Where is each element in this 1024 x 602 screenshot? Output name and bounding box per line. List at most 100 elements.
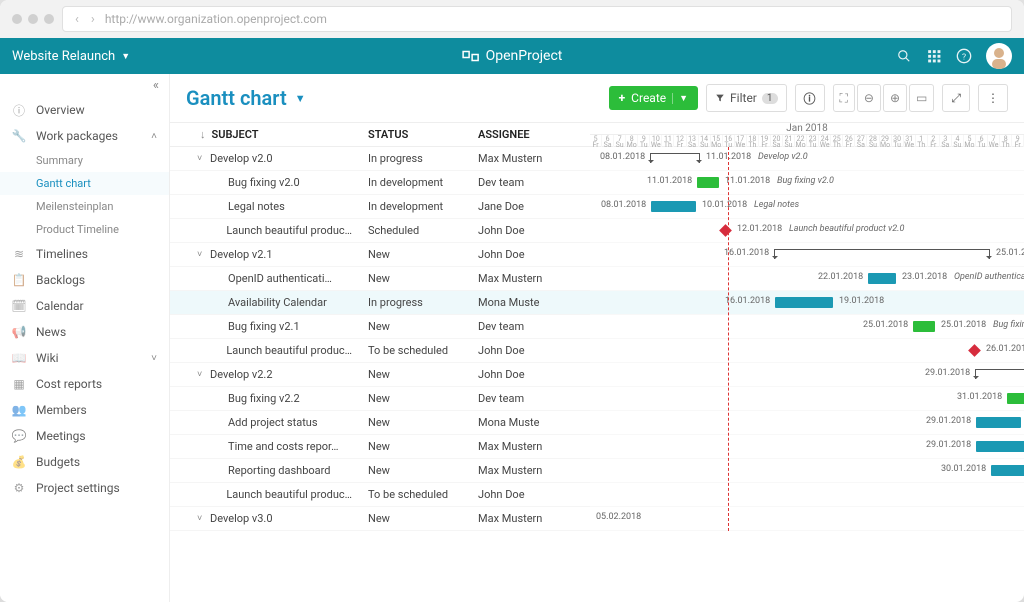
sidebar-item-timelines[interactable]: ≋Timelines bbox=[0, 241, 169, 267]
sidebar-item-backlogs[interactable]: 📋Backlogs bbox=[0, 267, 169, 293]
gantt-row[interactable]: 30.01.201801.02.2018 bbox=[590, 459, 1024, 483]
sidebar-sub-product-timeline[interactable]: Product Timeline bbox=[0, 218, 169, 241]
sidebar-item-wiki[interactable]: 📖Wiki˅ bbox=[0, 345, 169, 371]
budgets-icon: 💰 bbox=[12, 455, 26, 469]
milestone-diamond[interactable] bbox=[719, 224, 732, 237]
row-subject: Develop v2.2 bbox=[210, 368, 273, 381]
table-row[interactable]: Reporting dashboardNewMax Mustern bbox=[170, 459, 590, 483]
gantt-row[interactable]: 12.01.2018Launch beautiful product v2.0 bbox=[590, 219, 1024, 243]
table-row[interactable]: Launch beautiful produc…ScheduledJohn Do… bbox=[170, 219, 590, 243]
day-column: 16Tu bbox=[723, 135, 735, 147]
sidebar-item-calendar[interactable]: 🗓Calendar bbox=[0, 293, 169, 319]
apps-icon[interactable] bbox=[926, 48, 942, 64]
sidebar-item-news[interactable]: 📢News bbox=[0, 319, 169, 345]
gantt-chart[interactable]: Jan 2018 5Fr6Sa7Su8Mo9Tu10We11Th12Fr13Sa… bbox=[590, 123, 1024, 602]
table-row[interactable]: Bug fixing v2.0In developmentDev team bbox=[170, 171, 590, 195]
row-assignee: Max Mustern bbox=[470, 464, 580, 477]
nav-back-icon[interactable]: ‹ bbox=[73, 12, 81, 27]
sidebar-sub-gantt-chart[interactable]: Gantt chart bbox=[0, 172, 169, 195]
chevron-down-icon[interactable]: ˅ bbox=[197, 369, 205, 380]
create-button[interactable]: + Create ▼ bbox=[609, 86, 698, 110]
table-row[interactable]: Legal notesIn developmentJane Doe bbox=[170, 195, 590, 219]
gantt-bar[interactable] bbox=[651, 201, 696, 212]
nav-fwd-icon[interactable]: › bbox=[89, 12, 97, 27]
gantt-row[interactable]: 31.01.201801.02.2018 bbox=[590, 387, 1024, 411]
table-row[interactable]: Bug fixing v2.1NewDev team bbox=[170, 315, 590, 339]
col-subject[interactable]: SUBJECT bbox=[212, 128, 259, 141]
sidebar-item-meetings[interactable]: 💬Meetings bbox=[0, 423, 169, 449]
sidebar-item-cost-reports[interactable]: ▦Cost reports bbox=[0, 371, 169, 397]
table-row[interactable]: ˅Develop v2.2NewJohn Doe bbox=[170, 363, 590, 387]
milestone-diamond[interactable] bbox=[968, 344, 981, 357]
day-column: 18Th bbox=[747, 135, 759, 147]
gantt-row[interactable]: 16.01.201819.01.2018 bbox=[590, 291, 1024, 315]
zoom-out-button[interactable]: ⊖ bbox=[857, 84, 881, 112]
sidebar-item-overview[interactable]: ⓘOverview bbox=[0, 97, 169, 123]
table-row[interactable]: Launch beautiful produc…To be scheduledJ… bbox=[170, 483, 590, 507]
sidebar-sub-meilensteinplan[interactable]: Meilensteinplan bbox=[0, 195, 169, 218]
gantt-row[interactable]: 08.01.201810.01.2018Legal notes bbox=[590, 195, 1024, 219]
gantt-row[interactable]: 08.01.201811.01.2018Develop v2.0 bbox=[590, 147, 1024, 171]
day-column: 5Mo bbox=[964, 135, 976, 147]
avatar[interactable] bbox=[986, 43, 1012, 69]
expand-all-icon[interactable]: ↓ bbox=[200, 128, 206, 141]
table-row[interactable]: ˅Develop v3.0NewMax Mustern bbox=[170, 507, 590, 531]
gantt-row[interactable]: 02.02.20 bbox=[590, 483, 1024, 507]
day-column: 6Tu bbox=[976, 135, 988, 147]
gantt-bar[interactable] bbox=[868, 273, 896, 284]
day-column: 4Su bbox=[952, 135, 964, 147]
gantt-row[interactable]: 16.01.201825.01.2018Develop v2.1 bbox=[590, 243, 1024, 267]
gantt-bar[interactable] bbox=[697, 177, 719, 188]
gantt-row[interactable]: 11.01.201811.01.2018Bug fixing v2.0 bbox=[590, 171, 1024, 195]
table-row[interactable]: Add project statusNewMona Muste bbox=[170, 411, 590, 435]
table-row[interactable]: Time and costs repor…NewMax Mustern bbox=[170, 435, 590, 459]
table-row[interactable]: OpenID authenticati…NewMax Mustern bbox=[170, 267, 590, 291]
gantt-bar[interactable] bbox=[976, 441, 1024, 452]
more-menu-button[interactable]: ⋮ bbox=[978, 84, 1008, 112]
title-caret-icon[interactable]: ▼ bbox=[295, 92, 306, 105]
sidebar-collapse-icon[interactable]: « bbox=[0, 74, 169, 97]
sidebar-item-members[interactable]: 👥Members bbox=[0, 397, 169, 423]
table-row[interactable]: Bug fixing v2.2NewDev team bbox=[170, 387, 590, 411]
chevron-down-icon[interactable]: ˅ bbox=[197, 249, 205, 260]
day-column: 29Mo bbox=[880, 135, 892, 147]
sidebar-item-budgets[interactable]: 💰Budgets bbox=[0, 449, 169, 475]
table-row[interactable]: Availability CalendarIn progressMona Mus… bbox=[170, 291, 590, 315]
gantt-bar[interactable] bbox=[1007, 393, 1024, 404]
gantt-row[interactable]: 25.01.201825.01.2018Bug fixing v2.1 bbox=[590, 315, 1024, 339]
help-icon[interactable]: ? bbox=[956, 48, 972, 64]
col-assignee[interactable]: ASSIGNEE bbox=[470, 123, 580, 146]
search-icon[interactable] bbox=[896, 48, 912, 64]
zoom-in-button[interactable]: ⊕ bbox=[883, 84, 907, 112]
row-subject: Launch beautiful produc… bbox=[226, 488, 352, 501]
zoom-auto-button[interactable]: ⛶ bbox=[833, 84, 855, 112]
chevron-down-icon[interactable]: ˅ bbox=[197, 153, 205, 164]
project-selector[interactable]: Website Relaunch ▼ bbox=[12, 49, 130, 64]
chevron-down-icon[interactable]: ˅ bbox=[197, 513, 205, 524]
info-button[interactable]: ⓘ bbox=[795, 84, 825, 112]
gantt-row[interactable]: 26.01.2018Launch beautiful product v2.1 bbox=[590, 339, 1024, 363]
gantt-row[interactable]: 22.01.201823.01.2018OpenID authenticatio… bbox=[590, 267, 1024, 291]
sidebar-item-work-packages[interactable]: 🔧Work packages˄ bbox=[0, 123, 169, 149]
col-status[interactable]: STATUS bbox=[360, 123, 470, 146]
filter-button[interactable]: Filter 1 bbox=[706, 84, 786, 112]
caret-down-icon: ▼ bbox=[121, 51, 130, 62]
url-bar[interactable]: ‹ › http://www.organization.openproject.… bbox=[62, 6, 1012, 32]
table-row[interactable]: ˅Develop v2.0In progressMax Mustern bbox=[170, 147, 590, 171]
gantt-row[interactable]: 29.01.201801.02.2018 bbox=[590, 363, 1024, 387]
sidebar-sub-summary[interactable]: Summary bbox=[0, 149, 169, 172]
brand-logo-icon bbox=[462, 47, 480, 65]
gantt-bar[interactable] bbox=[775, 297, 833, 308]
table-row[interactable]: ˅Develop v2.1NewJohn Doe bbox=[170, 243, 590, 267]
gantt-bar[interactable] bbox=[913, 321, 935, 332]
gantt-row[interactable]: 05.02.2018 bbox=[590, 507, 1024, 531]
fullscreen-button[interactable]: ⤢ bbox=[942, 84, 970, 112]
gantt-row[interactable]: 29.01.201801.02.2018 bbox=[590, 435, 1024, 459]
gantt-bar[interactable] bbox=[976, 417, 1021, 428]
gantt-bar[interactable] bbox=[991, 465, 1024, 476]
gantt-row[interactable]: 29.01.201831.01.2018A bbox=[590, 411, 1024, 435]
toggle-gantt-button[interactable]: ▭ bbox=[909, 84, 934, 112]
start-date-label: 16.01.2018 bbox=[725, 296, 770, 306]
table-row[interactable]: Launch beautiful produc…To be scheduledJ… bbox=[170, 339, 590, 363]
sidebar-item-project-settings[interactable]: ⚙Project settings bbox=[0, 475, 169, 501]
